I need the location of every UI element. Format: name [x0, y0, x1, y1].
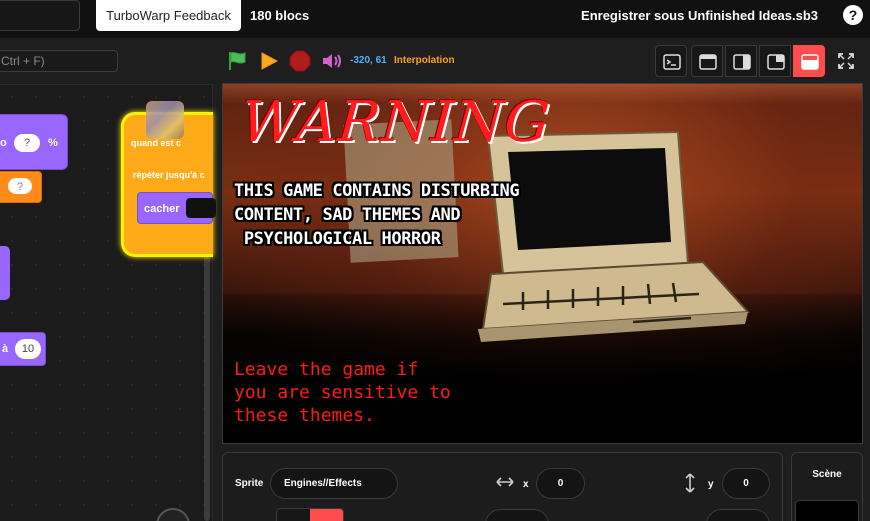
stop-icon[interactable]: [289, 50, 311, 72]
mouse-coordinates: -320, 61: [350, 55, 387, 66]
stage-corner-icon: [767, 54, 785, 70]
small-stage-button[interactable]: [691, 45, 723, 77]
leave-line: these themes.: [234, 405, 375, 426]
help-icon[interactable]: ?: [843, 5, 863, 25]
feedback-button[interactable]: TurboWarp Feedback: [96, 0, 241, 31]
menu-bar: TurboWarp Feedback 180 blocs Enregistrer…: [0, 0, 870, 38]
hat-block-label: quand est c: [131, 138, 182, 148]
disclaimer-line: CONTENT, SAD THEMES AND: [234, 205, 461, 225]
y-position-input[interactable]: 0: [722, 468, 770, 499]
set-value-input[interactable]: 10: [15, 339, 41, 359]
warning-title: WARNING: [238, 90, 553, 155]
leave-line: you are sensitive to: [234, 382, 451, 403]
hide-block-label: cacher: [144, 203, 180, 215]
terminal-button[interactable]: [655, 45, 687, 77]
small-stage-icon: [699, 54, 717, 70]
vertical-arrows-icon: [685, 473, 695, 493]
costume-thumbnail: [146, 101, 184, 139]
blocks-count: 180 blocs: [250, 8, 310, 23]
disclaimer-text: THIS GAME CONTAINS DISTURBING CONTENT, S…: [234, 179, 544, 251]
fullscreen-icon: [838, 53, 854, 69]
operator-input-1[interactable]: ?: [14, 134, 40, 152]
scene-thumbnail[interactable]: [795, 500, 859, 521]
stage-canvas[interactable]: WARNING THIS GAME CONTAINS DISTURBING CO…: [222, 83, 863, 444]
size-input[interactable]: [485, 509, 549, 521]
horizontal-arrows-icon: [496, 477, 514, 487]
menu-button-left[interactable]: [0, 0, 80, 31]
stage-side-button[interactable]: [725, 45, 757, 77]
direction-input[interactable]: [706, 509, 770, 521]
leave-warning-text: Leave the game if you are sensitive to t…: [234, 358, 464, 427]
volume-icon[interactable]: [321, 52, 343, 70]
code-scrollbar[interactable]: [204, 255, 210, 521]
operator-percent-label: %: [48, 137, 58, 149]
interpolation-label: Interpolation: [394, 55, 455, 66]
x-label: x: [523, 479, 529, 490]
visibility-toggle-active[interactable]: [310, 509, 343, 521]
reporter-input[interactable]: ?: [7, 177, 33, 195]
hide-block-slot: [186, 198, 216, 218]
terminal-icon: [663, 54, 681, 70]
play-icon[interactable]: [259, 51, 279, 71]
repeat-until-label: répéter jusqu'à c: [133, 170, 205, 180]
scene-label: Scène: [812, 469, 842, 480]
operator-block-label: o: [0, 137, 7, 149]
sprite-label: Sprite: [235, 478, 264, 489]
save-as-button[interactable]: Enregistrer sous Unfinished Ideas.sb3: [581, 0, 818, 31]
stage-large-icon: [801, 54, 819, 70]
set-block-label: à: [2, 343, 9, 355]
stage-corner-button[interactable]: [759, 45, 791, 77]
green-flag-icon[interactable]: [226, 50, 248, 72]
stage-side-icon: [733, 54, 751, 70]
search-input[interactable]: Ctrl + F): [0, 50, 118, 72]
looks-block-partial[interactable]: [0, 246, 10, 300]
y-label: y: [708, 479, 714, 490]
fullscreen-button[interactable]: [830, 45, 862, 77]
sprite-name-input[interactable]: Engines//Effects: [270, 468, 398, 499]
disclaimer-line: PSYCHOLOGICAL HORROR: [234, 229, 441, 249]
turbowarp-editor: TurboWarp Feedback 180 blocs Enregistrer…: [0, 0, 870, 521]
x-position-input[interactable]: 0: [536, 468, 585, 499]
disclaimer-line: THIS GAME CONTAINS DISTURBING: [234, 181, 520, 201]
stage-large-button[interactable]: [793, 45, 825, 77]
leave-line: Leave the game if: [234, 359, 419, 380]
